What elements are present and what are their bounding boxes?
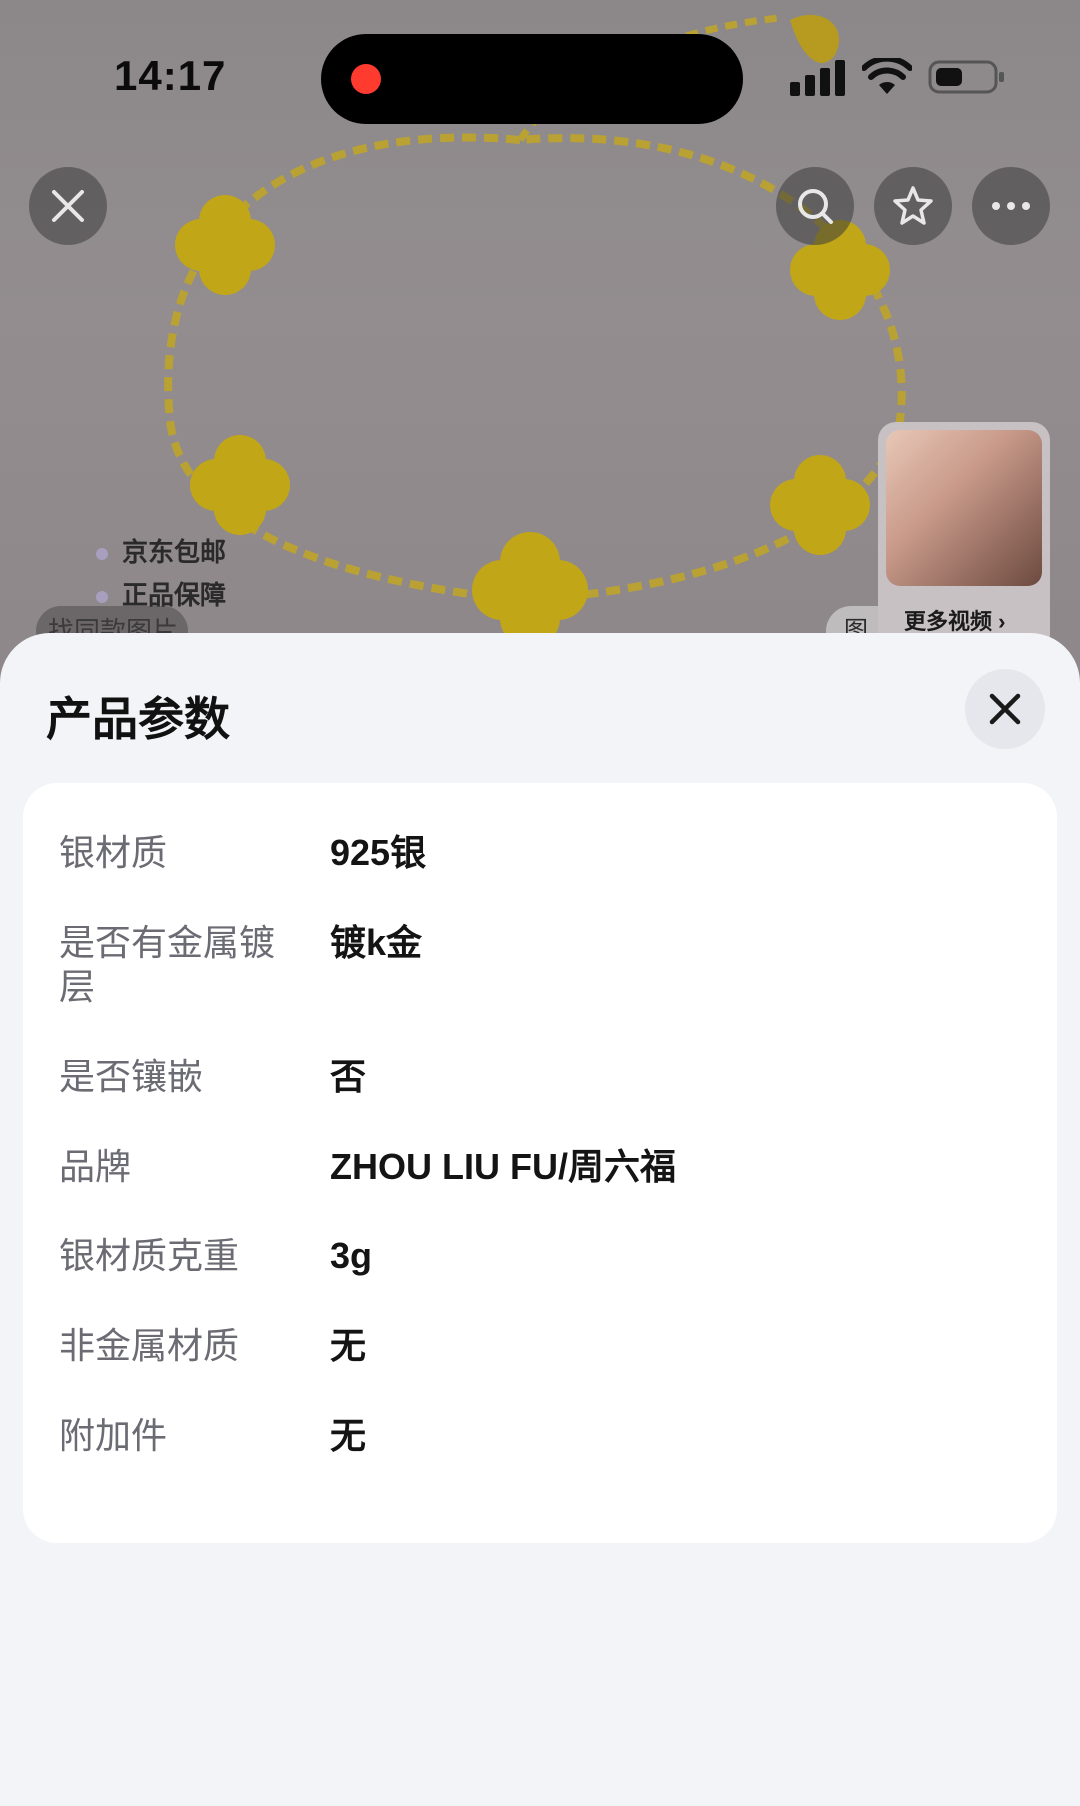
close-icon bbox=[52, 190, 84, 222]
param-label: 品牌 bbox=[59, 1146, 132, 1187]
product-params-sheet: 产品参数 银材质 925银 是否有金属镀层 镀k金 是否镶嵌 否 品牌 ZHOU… bbox=[0, 633, 1080, 1806]
status-bar: 14:17 bbox=[0, 0, 1080, 160]
bullet-icon bbox=[96, 591, 108, 604]
param-value: 3g bbox=[330, 1235, 373, 1276]
battery-icon bbox=[928, 60, 1004, 94]
close-icon bbox=[989, 693, 1021, 725]
sheet-title: 产品参数 bbox=[46, 693, 230, 745]
wifi-icon bbox=[862, 58, 912, 94]
param-label: 是否有金属镀层 bbox=[59, 922, 276, 1007]
bullet-icon bbox=[96, 548, 108, 561]
promo-free-shipping: 京东包邮 bbox=[96, 532, 226, 569]
favorite-button[interactable] bbox=[874, 167, 952, 245]
video-thumbnail bbox=[886, 430, 1042, 586]
param-value: 否 bbox=[330, 1056, 367, 1097]
more-videos-label: 更多视频 › bbox=[904, 609, 1006, 634]
more-icon bbox=[992, 202, 1030, 210]
param-value: 镀k金 bbox=[330, 922, 423, 963]
param-value: 无 bbox=[330, 1325, 367, 1366]
params-card: 银材质 925银 是否有金属镀层 镀k金 是否镶嵌 否 品牌 ZHOU LIU … bbox=[23, 783, 1057, 1543]
dynamic-island bbox=[321, 34, 743, 124]
param-label: 是否镶嵌 bbox=[59, 1056, 204, 1097]
param-label: 银材质克重 bbox=[59, 1235, 240, 1276]
search-icon bbox=[798, 189, 833, 224]
param-label: 非金属材质 bbox=[59, 1325, 240, 1366]
status-time: 14:17 bbox=[114, 52, 227, 99]
more-button[interactable] bbox=[972, 167, 1050, 245]
more-videos-card[interactable]: 更多视频 › bbox=[878, 422, 1050, 652]
recording-indicator-icon bbox=[351, 64, 381, 94]
param-label: 附加件 bbox=[59, 1415, 168, 1456]
star-icon bbox=[893, 186, 933, 225]
param-value: 925银 bbox=[330, 832, 427, 873]
signal-icon bbox=[790, 60, 845, 96]
param-label: 银材质 bbox=[59, 832, 168, 873]
param-value: ZHOU LIU FU/周六福 bbox=[330, 1146, 676, 1187]
param-value: 无 bbox=[330, 1415, 367, 1456]
close-page-button[interactable] bbox=[29, 167, 107, 245]
sheet-close-button[interactable] bbox=[965, 669, 1045, 749]
search-button[interactable] bbox=[776, 167, 854, 245]
